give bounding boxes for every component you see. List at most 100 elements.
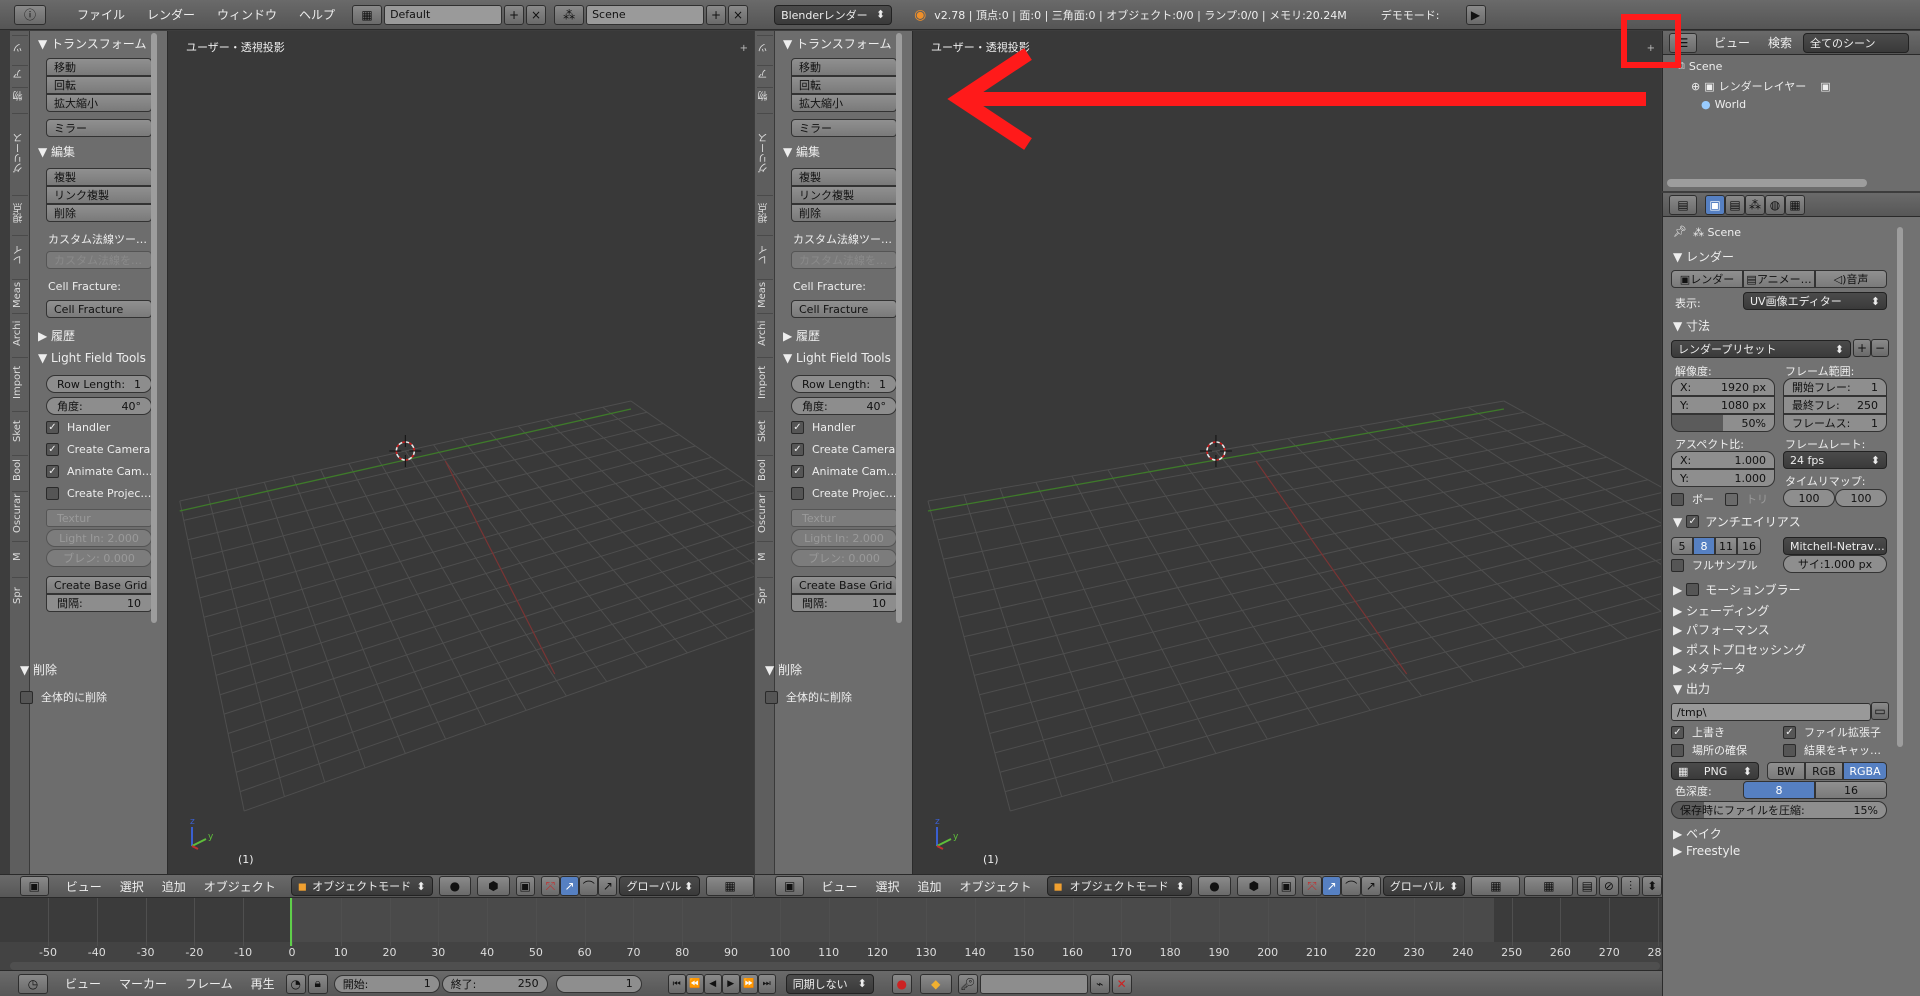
- angle-field[interactable]: 角度: 40°: [46, 397, 152, 415]
- timeline-menu-view[interactable]: ビュー: [56, 975, 110, 992]
- global-delete-checkbox[interactable]: 全体的に削除: [20, 689, 107, 705]
- placeholders-checkbox[interactable]: 場所の確保: [1671, 742, 1747, 758]
- aspect-y-field[interactable]: Y: 1.000: [1671, 469, 1775, 487]
- color-bw-button[interactable]: BW: [1767, 762, 1805, 780]
- play-reverse-icon[interactable]: ◀: [703, 973, 722, 994]
- prev-key-icon[interactable]: ⏪: [685, 973, 704, 994]
- remove-scene-icon[interactable]: ×: [728, 4, 749, 25]
- checkbox-box[interactable]: ✓: [791, 443, 804, 456]
- sync-select[interactable]: 同期しない ⬍: [785, 973, 874, 994]
- row-length-field[interactable]: Row Length: 1: [791, 375, 897, 393]
- audio-button[interactable]: ◁) 音声: [1815, 270, 1887, 288]
- timeline-scrollbar[interactable]: [10, 962, 1660, 970]
- shelf-tab[interactable]: ツ: [12, 35, 28, 61]
- placeholders-box[interactable]: [1671, 743, 1684, 757]
- snap-icon[interactable]: ⊘: [1599, 876, 1619, 896]
- shelf-tab[interactable]: Archi: [12, 313, 28, 353]
- translate-button[interactable]: 移動: [46, 58, 152, 76]
- motion-blur-checkbox[interactable]: [1686, 583, 1700, 596]
- current-frame-field[interactable]: 1: [555, 974, 642, 993]
- rotate-manipulator-icon[interactable]: ↗: [559, 876, 580, 896]
- panel-history-title[interactable]: ▶ 履歴: [783, 327, 820, 344]
- checkbox-box[interactable]: [765, 690, 778, 704]
- start-frame-field[interactable]: 開始: 1: [333, 974, 440, 993]
- timeline-menu-playback[interactable]: 再生: [242, 975, 284, 992]
- aa-sample-5[interactable]: 5: [1671, 537, 1693, 555]
- panel-delete-title[interactable]: ▼ 削除: [20, 661, 57, 678]
- aa-sample-8[interactable]: 8: [1693, 537, 1715, 555]
- render-preset-select[interactable]: レンダープリセット ⬍: [1671, 340, 1851, 358]
- insert-key-icon[interactable]: ⌁: [1089, 973, 1110, 994]
- render-engine-select[interactable]: Blenderレンダー ⬍: [774, 4, 893, 25]
- angle-field[interactable]: 角度: 40°: [791, 397, 897, 415]
- remove-layout-icon[interactable]: ×: [526, 4, 547, 25]
- pivot-icon[interactable]: ⬢: [477, 876, 510, 896]
- resolution-x-field[interactable]: X: 1920 px: [1671, 378, 1775, 396]
- shelf-tab[interactable]: Bool: [757, 455, 773, 485]
- translate-manipulator-icon[interactable]: ⤧: [540, 876, 560, 896]
- shelf-tab[interactable]: アニメ: [12, 65, 28, 83]
- menu-window[interactable]: ウィンドウ: [206, 6, 288, 23]
- delete-key-icon[interactable]: ✕: [1111, 973, 1132, 994]
- section-antialias[interactable]: ▼ ✓ アンチエイリアス: [1673, 513, 1801, 530]
- tab-scene-icon[interactable]: ⁂: [1745, 194, 1765, 215]
- shelf-tab[interactable]: ツ: [757, 35, 773, 61]
- outliner-scrollbar[interactable]: [1667, 179, 1867, 187]
- scale-manipulator-icon[interactable]: ⌒: [579, 876, 599, 896]
- outliner-filter-select[interactable]: 全てのシーン: [1803, 32, 1910, 53]
- timeline-menu-frame[interactable]: フレーム: [176, 975, 242, 992]
- transform-orientation-icon[interactable]: ↗: [1361, 876, 1381, 896]
- color-rgba-button[interactable]: RGBA: [1843, 762, 1887, 780]
- shelf-tab[interactable]: Import: [757, 357, 773, 407]
- menu-help[interactable]: ヘルプ: [288, 6, 346, 23]
- lightfield-checkbox[interactable]: Create Projec…: [46, 487, 151, 500]
- full-sample-box[interactable]: [1671, 558, 1684, 572]
- remove-preset-icon[interactable]: −: [1871, 339, 1889, 357]
- shelf-tab[interactable]: Spr: [757, 577, 773, 613]
- lightfield-checkbox[interactable]: ✓ Create Camera: [791, 443, 895, 456]
- compression-slider[interactable]: 保存時にファイルを圧縮: 15%: [1671, 801, 1887, 819]
- render-layer-icon[interactable]: ▤: [1577, 876, 1598, 896]
- mode-select[interactable]: ◼ オブジェクトモード ⬍: [290, 876, 433, 896]
- shelf-tab[interactable]: レイ: [12, 235, 28, 275]
- delete-button[interactable]: 削除: [46, 204, 152, 222]
- scene-field[interactable]: Scene: [586, 4, 705, 25]
- section-post-processing[interactable]: ▶ ポストプロセッシング: [1673, 641, 1806, 658]
- duplicate-button[interactable]: 複製: [46, 168, 152, 186]
- layers-grid-icon-2[interactable]: ▦: [1524, 876, 1574, 896]
- checkbox-box[interactable]: [20, 690, 33, 704]
- aa-size-field[interactable]: サイ:1.000 px: [1783, 555, 1887, 573]
- checkbox-box[interactable]: [46, 487, 59, 500]
- lightfield-checkbox[interactable]: ✓ Animate Cam…: [791, 465, 898, 478]
- mirror-button[interactable]: ミラー: [791, 119, 897, 137]
- timeline-editor-type-icon[interactable]: ◷: [18, 973, 48, 994]
- panel-lightfield-title[interactable]: ▼ Light Field Tools: [38, 351, 146, 365]
- shelf-tab[interactable]: Sket: [12, 411, 28, 451]
- custom-normal-button[interactable]: カスタム法線を…: [791, 251, 897, 269]
- outliner-row-scene[interactable]: ⧉ Scene: [1677, 59, 1722, 73]
- record-icon[interactable]: ●: [891, 973, 912, 994]
- aa-sample-16[interactable]: 16: [1737, 537, 1761, 555]
- shelf-tab[interactable]: 物理: [12, 87, 28, 105]
- scale-button[interactable]: 拡大縮小: [791, 94, 897, 112]
- checkbox-box[interactable]: ✓: [791, 421, 804, 434]
- panel-edit-title[interactable]: ▼ 編集: [783, 143, 820, 160]
- checkbox-box[interactable]: [791, 487, 804, 500]
- section-motion-blur[interactable]: ▶ モーションブラー: [1673, 581, 1801, 598]
- display-select[interactable]: UV画像エディター ⬍: [1743, 292, 1887, 310]
- tab-world-icon[interactable]: ◍: [1765, 194, 1785, 215]
- properties-editor-type-icon[interactable]: ▤: [1669, 194, 1697, 215]
- orientation-select[interactable]: グローバル ⬍: [619, 876, 701, 896]
- layers-grid-icon[interactable]: ▦: [1471, 876, 1521, 896]
- section-metadata[interactable]: ▶ メタデータ: [1673, 660, 1746, 677]
- checkbox-box[interactable]: ✓: [791, 465, 804, 478]
- layers-grid-icon[interactable]: ▦: [706, 876, 755, 896]
- lightfield-checkbox[interactable]: ✓ Handler: [791, 421, 855, 434]
- shelf-tab[interactable]: Sket: [757, 411, 773, 451]
- manipulator-icon[interactable]: ▣: [515, 876, 535, 896]
- cell-fracture-button[interactable]: Cell Fracture: [791, 300, 897, 318]
- frame-start-field[interactable]: 開始フレー: 1: [1783, 378, 1887, 396]
- color-rgb-button[interactable]: RGB: [1805, 762, 1843, 780]
- outliner-menu-search[interactable]: 検索: [1759, 34, 1801, 51]
- create-base-grid-button[interactable]: Create Base Grid: [791, 576, 897, 594]
